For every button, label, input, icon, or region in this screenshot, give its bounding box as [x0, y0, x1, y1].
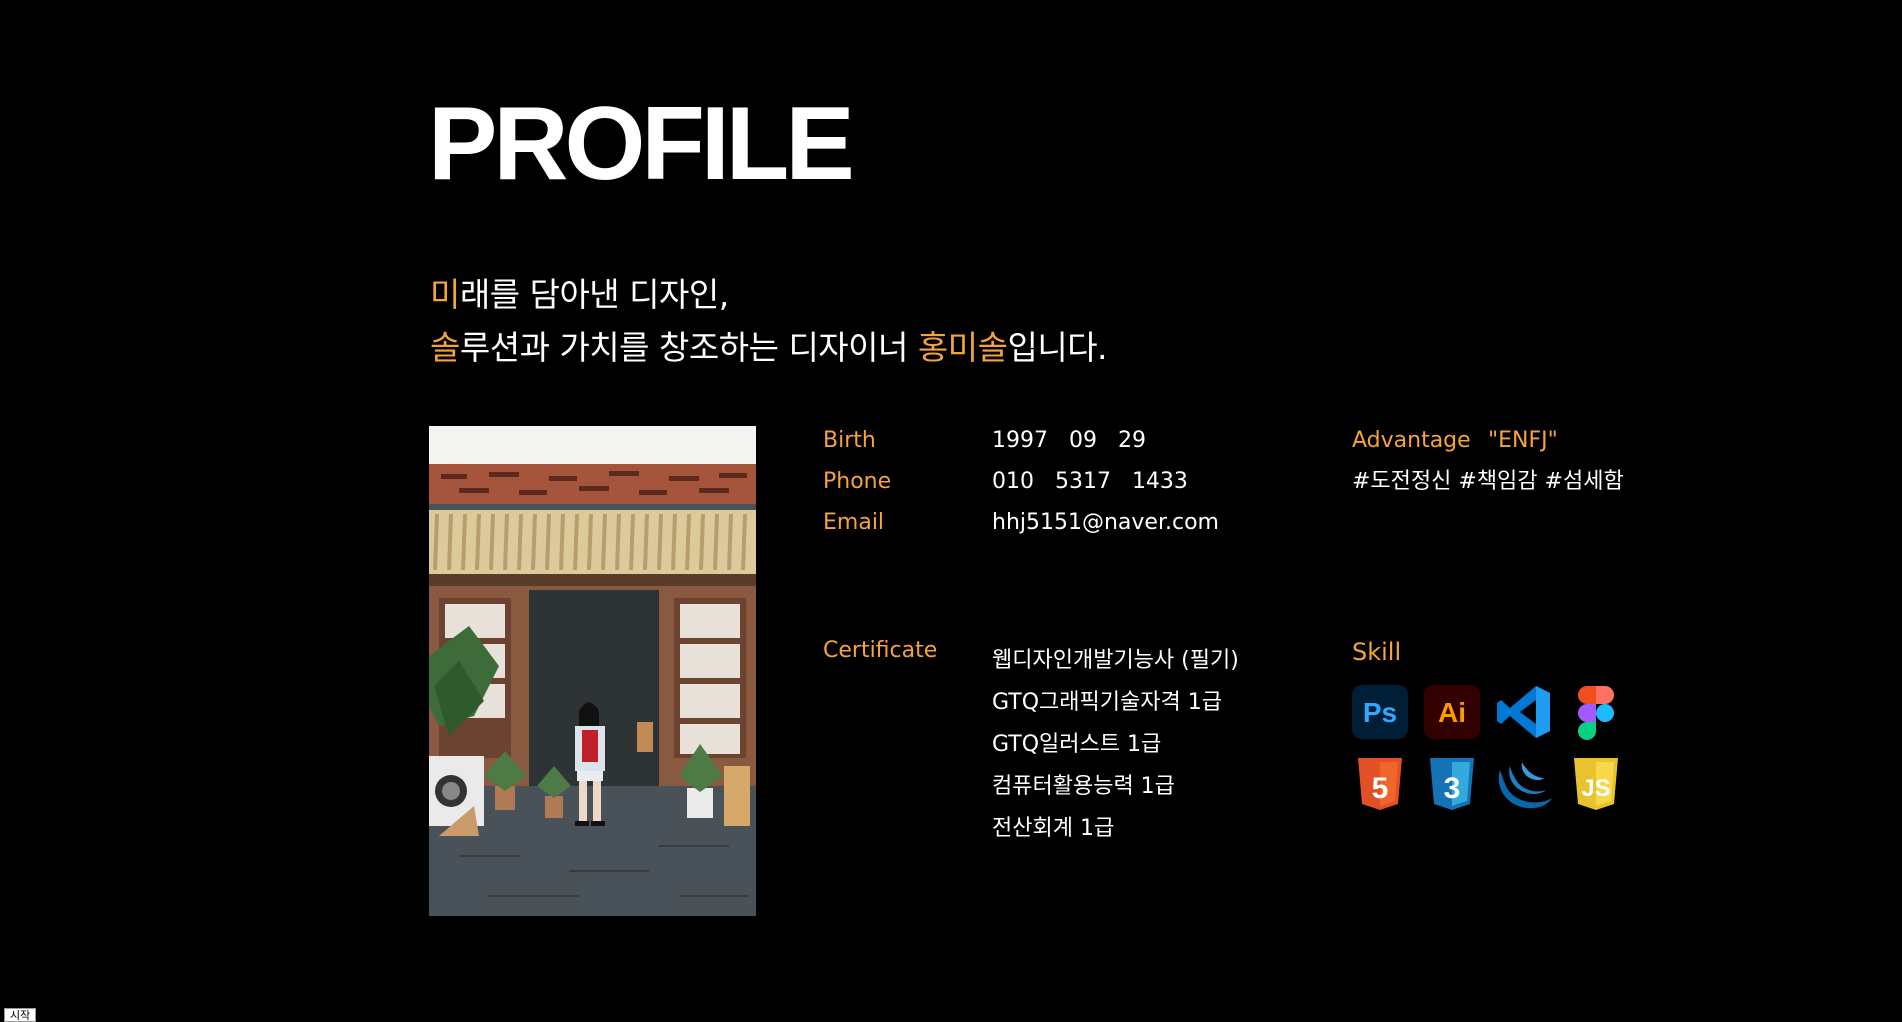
- advantage-tags: #도전정신 #책임감 #섬세함: [1352, 469, 1624, 494]
- birth-label: Birth: [823, 428, 876, 453]
- intro-text: 미래를 담아낸 디자인, 솔루션과 가치를 창조하는 디자이너 홍미솔입니다.: [430, 268, 1108, 374]
- birth-value: 1997 09 29: [992, 428, 1146, 453]
- intro-line-2-end: 입니다.: [1007, 328, 1108, 367]
- intro-line-2: 솔루션과 가치를 창조하는 디자이너 홍미솔입니다.: [430, 321, 1108, 374]
- figma-icon: [1568, 684, 1624, 740]
- profile-page: PROFILE 미래를 담아낸 디자인, 솔루션과 가치를 창조하는 디자이너 …: [0, 0, 1902, 1022]
- illustrator-icon-text: Ai: [1438, 697, 1466, 728]
- intro-accent-1: 미: [430, 275, 460, 314]
- intro-line-2-text: 루션과 가치를 창조하는 디자이너: [459, 328, 918, 367]
- phone-label: Phone: [823, 469, 892, 494]
- email-label: Email: [823, 510, 885, 535]
- advantage-label: Advantage: [1352, 428, 1471, 453]
- skill-icons: Ps Ai 5 3 JS: [1352, 684, 1624, 812]
- javascript-icon-text: JS: [1581, 775, 1610, 802]
- certificate-list: 웹디자인개발기능사 (필기) GTQ그래픽기술자격 1급 GTQ일러스트 1급 …: [992, 640, 1239, 850]
- certificate-item: 컴퓨터활용능력 1급: [992, 774, 1175, 799]
- intro-line-1: 미래를 담아낸 디자인,: [430, 268, 1107, 321]
- phone-value: 010 5317 1433: [992, 469, 1188, 494]
- certificate-item: 웹디자인개발기능사 (필기): [992, 648, 1239, 673]
- email-value[interactable]: hhj5151@naver.com: [992, 512, 1219, 534]
- certificate-item: GTQ일러스트 1급: [992, 732, 1162, 757]
- css3-icon: 3: [1424, 756, 1480, 812]
- certificate-item: 전산회계 1급: [992, 816, 1115, 841]
- skill-label: Skill: [1352, 638, 1402, 666]
- photoshop-icon-text: Ps: [1363, 697, 1397, 728]
- illustrator-icon: Ai: [1424, 684, 1480, 740]
- designer-name: 홍미솔: [917, 328, 1008, 367]
- certificate-item: GTQ그래픽기술자격 1급: [992, 690, 1222, 715]
- intro-accent-2: 솔: [430, 328, 460, 367]
- start-button[interactable]: 시작: [4, 1008, 37, 1022]
- photoshop-icon: Ps: [1352, 684, 1408, 740]
- html5-icon: 5: [1352, 756, 1408, 812]
- javascript-icon: JS: [1568, 756, 1624, 812]
- vscode-icon: [1496, 684, 1552, 740]
- css3-icon-text: 3: [1444, 772, 1461, 805]
- intro-line-1-text: 래를 담아낸 디자인,: [459, 275, 729, 314]
- certificate-label: Certificate: [823, 638, 938, 663]
- mbti-value: "ENFJ": [1488, 428, 1558, 453]
- profile-illustration: [429, 426, 756, 916]
- html5-icon-text: 5: [1372, 772, 1389, 805]
- jquery-icon: [1496, 756, 1552, 812]
- page-title: PROFILE: [428, 86, 855, 202]
